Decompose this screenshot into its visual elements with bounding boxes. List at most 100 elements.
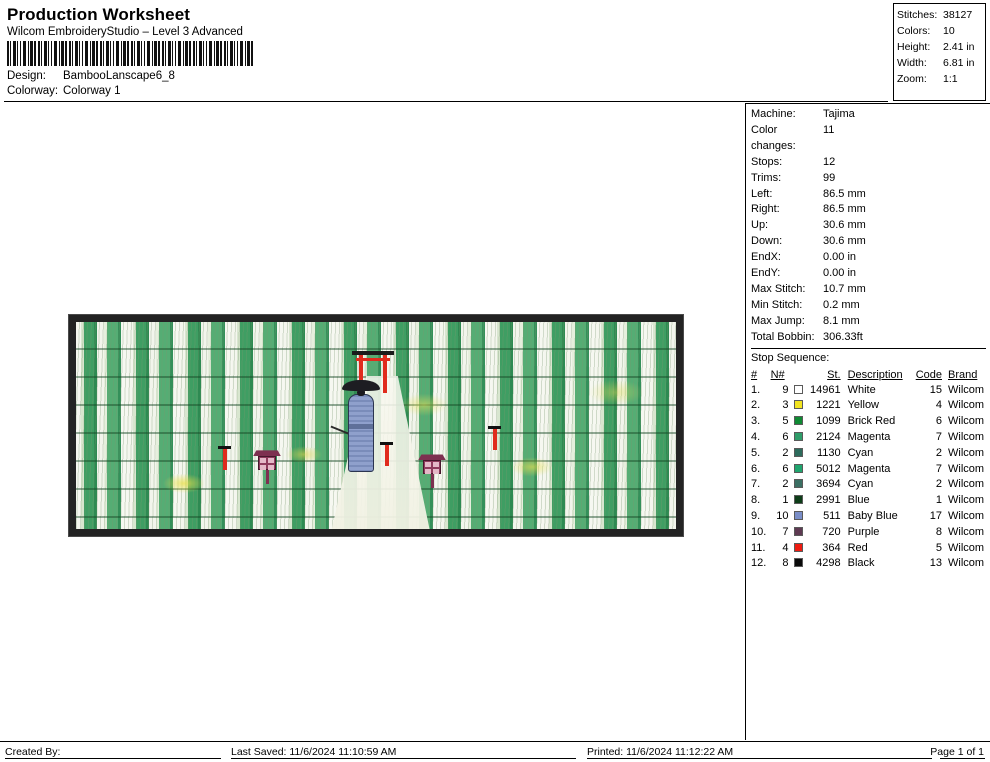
stop-row-needle: 5	[782, 415, 789, 428]
height-value: 2.41 in	[943, 41, 975, 53]
footer-rule-1	[5, 758, 221, 759]
design-preview-pane	[0, 104, 744, 740]
stitches-label: Stitches:	[897, 9, 938, 21]
summary-row-zoom: Zoom: 1:1	[897, 71, 983, 87]
color-changes-value: 11	[823, 123, 835, 136]
design-summary-box: Stitches: 38127 Colors: 10 Height: 2.41 …	[893, 3, 986, 101]
stop-row-stitches: 3694	[816, 478, 841, 491]
stop-row-stitches: 364	[822, 541, 841, 554]
table-row: 8. 1 2991 Blue 1 Wilcom	[751, 493, 988, 509]
machine-label: Machine:	[751, 108, 796, 120]
col-header-index: #	[751, 368, 758, 381]
col-header-brand: Brand	[948, 368, 978, 381]
color-swatch-icon	[794, 416, 804, 426]
min-stitch-label: Min Stitch:	[751, 298, 803, 311]
stop-row-index: 12.	[751, 557, 767, 570]
info-row-left: Left: 86.5 mm	[751, 187, 986, 203]
stop-row-brand: Wilcom	[948, 415, 985, 428]
width-value: 6.81 in	[943, 57, 975, 69]
stop-row-code: 7	[935, 430, 942, 443]
color-swatch-icon	[794, 495, 804, 505]
color-swatch-icon	[794, 400, 804, 410]
stop-row-needle: 10	[776, 509, 789, 522]
machine-value: Tajima	[823, 108, 855, 120]
table-row: 2. 3 1221 Yellow 4 Wilcom	[751, 398, 988, 414]
color-swatch-icon	[794, 463, 804, 473]
stops-label: Stops:	[751, 155, 783, 168]
stop-row-description: Magenta	[847, 462, 891, 475]
max-stitch-value: 10.7 mm	[823, 282, 866, 295]
colorway-label: Colorway:	[7, 85, 59, 97]
stop-row-stitches: 2124	[816, 430, 841, 443]
created-by-label: Created By:	[5, 746, 61, 758]
total-bobbin-label: Total Bobbin:	[751, 330, 815, 343]
color-swatch-cell	[793, 477, 806, 493]
table-row: 3. 5 1099 Brick Red 6 Wilcom	[751, 414, 988, 430]
stop-row-needle: 2	[782, 446, 789, 459]
color-swatch-icon	[794, 526, 804, 536]
stop-row-stitches: 5012	[816, 462, 841, 475]
stop-row-brand: Wilcom	[948, 383, 985, 396]
stop-row-needle: 3	[782, 399, 789, 412]
stop-row-description: Cyan	[847, 446, 874, 459]
table-row: 12. 8 4298 Black 13 Wilcom	[751, 556, 988, 572]
stop-row-brand: Wilcom	[948, 494, 985, 507]
stop-row-brand: Wilcom	[948, 541, 985, 554]
color-swatch-cell	[793, 398, 806, 414]
height-label: Height:	[897, 41, 931, 53]
trims-label: Trims:	[751, 171, 782, 184]
stop-row-brand: Wilcom	[948, 446, 985, 459]
endy-label: EndY:	[751, 267, 781, 280]
stop-row-brand: Wilcom	[948, 525, 985, 538]
color-swatch-cell	[793, 430, 806, 446]
stop-row-index: 8.	[751, 494, 761, 507]
down-label: Down:	[751, 235, 783, 248]
total-bobbin-value: 306.33ft	[823, 330, 863, 343]
path-marker-right-art	[488, 425, 501, 450]
table-row: 7. 2 3694 Cyan 2 Wilcom	[751, 477, 988, 493]
stop-row-description: Blue	[847, 494, 870, 507]
stop-row-code: 4	[935, 399, 942, 412]
table-header-row: # N# St. Description Code Brand	[751, 368, 988, 383]
stop-row-description: Brick Red	[847, 415, 896, 428]
stop-row-needle: 1	[782, 494, 789, 507]
application-name: Wilcom EmbroideryStudio – Level 3 Advanc…	[7, 26, 243, 38]
stop-row-index: 9.	[751, 509, 761, 522]
stop-row-description: Magenta	[847, 430, 891, 443]
stop-sequence-table: # N# St. Description Code Brand 1. 9 14961…	[751, 368, 988, 573]
table-row: 4. 6 2124 Magenta 7 Wilcom	[751, 430, 988, 446]
stop-row-needle: 7	[782, 525, 789, 538]
header-divider	[4, 101, 888, 102]
summary-row-stitches: Stitches: 38127	[897, 7, 983, 23]
table-row: 5. 2 1130 Cyan 2 Wilcom	[751, 446, 988, 462]
stop-row-code: 7	[935, 462, 942, 475]
stop-row-needle: 6	[782, 430, 789, 443]
bamboo-landscape-embroidery-preview	[76, 322, 676, 529]
trims-value: 99	[823, 171, 836, 184]
stop-row-stitches: 4298	[816, 557, 841, 570]
stop-row-brand: Wilcom	[948, 557, 985, 570]
stop-row-description: Cyan	[847, 478, 874, 491]
stop-row-stitches: 14961	[810, 383, 841, 396]
stop-row-brand: Wilcom	[948, 478, 985, 491]
stop-row-index: 11.	[751, 541, 766, 554]
left-value: 86.5 mm	[823, 187, 866, 200]
info-row-min-stitch: Min Stitch: 0.2 mm	[751, 298, 986, 314]
machine-info-panel: Machine: Tajima Color changes: 11 Stops:…	[745, 104, 990, 740]
page-number-text: Page 1 of 1	[930, 746, 984, 758]
stop-row-index: 7.	[751, 478, 761, 491]
stop-row-code: 17	[929, 509, 942, 522]
col-header-stitches: St.	[827, 368, 841, 381]
color-changes-label: Color changes:	[751, 123, 796, 152]
last-saved-text: Last Saved: 11/6/2024 11:10:59 AM	[231, 746, 397, 758]
info-row-up: Up: 30.6 mm	[751, 218, 986, 234]
table-row: 11. 4 364 Red 5 Wilcom	[751, 541, 988, 557]
stop-row-index: 10.	[751, 525, 767, 538]
stone-lantern-right-art	[418, 454, 446, 489]
stop-row-brand: Wilcom	[948, 509, 985, 522]
up-value: 30.6 mm	[823, 219, 866, 232]
stop-row-index: 6.	[751, 462, 761, 475]
color-swatch-cell	[793, 493, 806, 509]
stop-row-stitches: 511	[823, 509, 841, 522]
colorway-field-row: Colorway: Colorway 1	[7, 84, 888, 99]
